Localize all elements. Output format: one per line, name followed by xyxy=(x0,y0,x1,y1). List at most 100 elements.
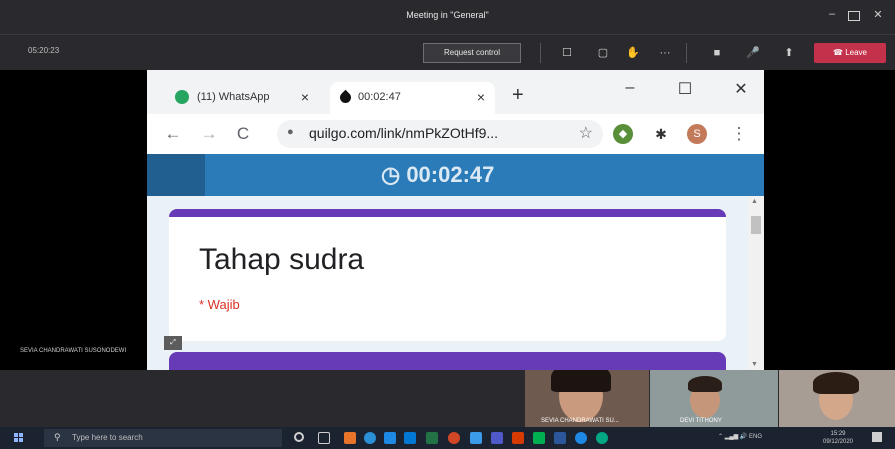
app-icon[interactable] xyxy=(470,432,482,444)
teams-icon[interactable] xyxy=(491,432,503,444)
participant-name: SEVIA CHANDRAWATI SU... xyxy=(541,418,619,424)
firefox-icon[interactable] xyxy=(344,432,356,444)
participant-hair xyxy=(813,372,859,394)
next-form-card xyxy=(169,352,726,370)
quiz-timer-value: 00:02:47 xyxy=(406,162,495,187)
scroll-up-icon[interactable]: ▲ xyxy=(751,198,758,205)
scroll-thumb[interactable] xyxy=(751,216,761,234)
close-tab-icon[interactable]: × xyxy=(301,89,309,105)
toolbar-divider xyxy=(686,43,687,63)
quiz-timer-bar: ◷ 00:02:47 xyxy=(147,154,764,196)
microphone-icon[interactable]: 🎤 xyxy=(744,44,762,62)
participant-hair xyxy=(551,370,611,392)
clock-date: 09/12/2020 xyxy=(822,439,854,445)
toolbar-divider xyxy=(540,43,541,63)
task-view-icon[interactable] xyxy=(318,432,330,444)
browser-window: (11) WhatsApp × 00:02:47 × + – ☐ ✕ ← → C… xyxy=(147,70,764,370)
leave-button[interactable]: ☎ Leave xyxy=(814,43,886,63)
extension-icon[interactable]: ◆ xyxy=(613,124,633,144)
camera-icon[interactable]: ■ xyxy=(708,44,726,62)
tab-whatsapp[interactable]: (11) WhatsApp × xyxy=(169,82,319,114)
web-page: ◷ 00:02:47 Tahap sudra * Wajib ▲ ▼ xyxy=(147,154,764,370)
meeting-toolbar: 05:20:23 Request control ☐ ▢ ✋ ··· ■ 🎤 ⬆… xyxy=(0,34,895,70)
whatsapp-icon xyxy=(175,90,189,104)
mail-icon[interactable] xyxy=(384,432,396,444)
zoom-icon[interactable] xyxy=(575,432,587,444)
word-icon[interactable] xyxy=(554,432,566,444)
close-tab-icon[interactable]: × xyxy=(477,89,485,105)
page-scrollbar[interactable]: ▲ ▼ xyxy=(748,196,764,370)
tray-chevron-icon[interactable]: ⌃ xyxy=(718,434,723,440)
windows-start-icon[interactable] xyxy=(14,433,24,443)
meeting-timer: 05:20:23 xyxy=(28,46,60,55)
quiz-timer: ◷ 00:02:47 xyxy=(381,162,494,188)
bookmark-star-icon[interactable]: ☆ xyxy=(579,123,593,143)
maximize-icon[interactable] xyxy=(848,11,860,21)
maximize-icon[interactable]: ☐ xyxy=(675,79,695,99)
share-screen-icon[interactable]: ⬆ xyxy=(780,44,798,62)
request-control-button[interactable]: Request control xyxy=(423,43,521,63)
reload-icon[interactable]: C xyxy=(233,124,253,144)
leave-label: Leave xyxy=(845,48,867,57)
notifications-icon[interactable] xyxy=(872,432,882,442)
language-indicator[interactable]: ENG xyxy=(749,434,762,440)
hang-up-icon: ☎ xyxy=(833,48,846,57)
form-header-card: Tahap sudra * Wajib xyxy=(169,209,726,341)
edge-icon[interactable] xyxy=(364,432,376,444)
search-icon: ⚲ xyxy=(54,432,61,442)
participant-name: DEVI TITHONY xyxy=(680,418,722,424)
teams-titlebar: Meeting in "General" – ✕ xyxy=(0,0,895,34)
cortana-icon[interactable] xyxy=(294,432,304,442)
search-placeholder: Type here to search xyxy=(72,433,143,442)
participant-hair xyxy=(688,376,722,392)
address-bar[interactable]: ● quilgo.com/link/nmPkZOtHf9... ☆ xyxy=(277,120,603,148)
menu-kebab-icon[interactable]: ⋮ xyxy=(729,124,749,144)
timer-bar-accent xyxy=(147,154,205,196)
teams-meeting-screen: Meeting in "General" – ✕ 05:20:23 Reques… xyxy=(0,0,895,449)
forward-icon[interactable]: → xyxy=(199,124,219,144)
participants-icon[interactable]: ▢ xyxy=(594,44,612,62)
required-note: * Wajib xyxy=(199,297,240,312)
shared-screen-stage: (11) WhatsApp × 00:02:47 × + – ☐ ✕ ← → C… xyxy=(0,70,895,370)
tab-quilgo-label: 00:02:47 xyxy=(358,91,401,103)
scroll-down-icon[interactable]: ▼ xyxy=(751,361,758,368)
network-icon[interactable]: ▂▄▆ xyxy=(725,434,740,440)
minimize-icon[interactable]: – xyxy=(822,8,842,20)
participant-video[interactable]: DEVI TITHONY xyxy=(650,370,778,427)
excel-icon[interactable] xyxy=(426,432,438,444)
volume-icon[interactable]: 🔊 xyxy=(740,434,749,440)
chat-icon[interactable]: ☐ xyxy=(558,44,576,62)
close-icon[interactable]: ✕ xyxy=(868,8,888,21)
quilgo-icon xyxy=(337,89,354,106)
taskbar-clock[interactable]: 15:29 09/12/2020 xyxy=(818,430,858,446)
more-options-icon[interactable]: ··· xyxy=(656,44,674,62)
extensions-puzzle-icon[interactable]: ✱ xyxy=(651,124,671,144)
powerpoint-icon[interactable] xyxy=(512,432,524,444)
form-title: Tahap sudra xyxy=(199,243,365,276)
new-tab-icon[interactable]: + xyxy=(512,84,524,107)
clock-time: 15:29 xyxy=(830,431,846,437)
clock-icon: ◷ xyxy=(381,162,407,187)
store-icon[interactable] xyxy=(404,432,416,444)
meeting-title: Meeting in "General" xyxy=(406,10,489,20)
taskbar-search[interactable]: ⚲ Type here to search xyxy=(44,429,282,447)
lock-icon: ● xyxy=(287,126,294,138)
pin-icon[interactable]: ⤢ xyxy=(164,336,182,350)
avatar[interactable]: S xyxy=(687,124,707,144)
minimize-icon[interactable]: – xyxy=(620,79,640,97)
url-text: quilgo.com/link/nmPkZOtHf9... xyxy=(309,125,499,141)
back-icon[interactable]: ← xyxy=(163,124,183,144)
participant-video[interactable] xyxy=(779,370,895,427)
tab-quilgo-timer[interactable]: 00:02:47 × xyxy=(330,82,495,114)
raise-hand-icon[interactable]: ✋ xyxy=(624,44,642,62)
system-tray[interactable]: ⌃ ▂▄▆ 🔊 ENG xyxy=(718,433,762,440)
windows-taskbar: ⚲ Type here to search ⌃ ▂▄▆ 🔊 ENG 15:29 … xyxy=(0,427,895,449)
line-icon[interactable] xyxy=(533,432,545,444)
presenter-name: SEVIA CHANDRAWATI SUSONODEWI xyxy=(20,348,127,354)
close-icon[interactable]: ✕ xyxy=(731,79,751,99)
whatsapp-taskbar-icon[interactable] xyxy=(596,432,608,444)
browser-toolbar: ← → C ● quilgo.com/link/nmPkZOtHf9... ☆ … xyxy=(147,114,764,154)
participant-strip: SEVIA CHANDRAWATI SU... DEVI TITHONY xyxy=(0,370,895,427)
participant-video[interactable]: SEVIA CHANDRAWATI SU... xyxy=(525,370,649,427)
chrome-icon[interactable] xyxy=(448,432,460,444)
